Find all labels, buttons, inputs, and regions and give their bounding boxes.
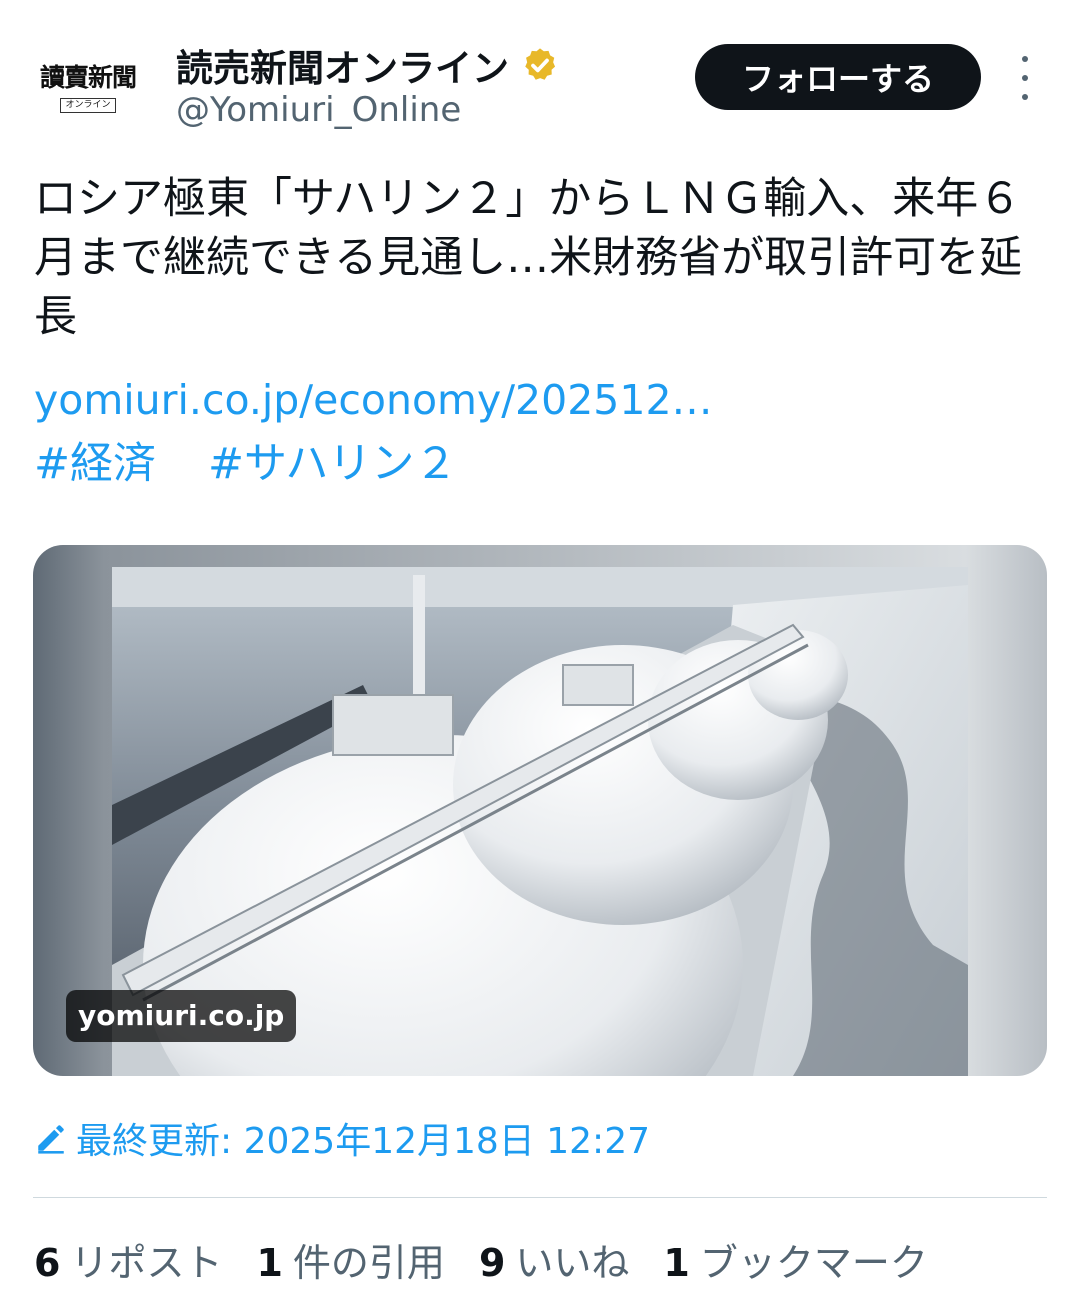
tweet-media-image[interactable]: yomiuri.co.jp xyxy=(33,545,1047,1076)
engagement-stats: 6 リポスト 1 件の引用 9 いいね 1 ブックマーク xyxy=(34,1232,962,1287)
stat-bookmarks[interactable]: 1 ブックマーク xyxy=(663,1232,927,1287)
article-link[interactable]: yomiuri.co.jp/economy/202512… xyxy=(34,372,713,428)
stat-count: 6 xyxy=(34,1241,61,1285)
tweet-header: 讀賣新聞 オンライン 読売新聞オンライン @Yomiuri_Online フォロ… xyxy=(0,0,1080,150)
follow-button[interactable]: フォローする xyxy=(695,44,981,110)
pencil-icon xyxy=(38,1125,64,1154)
stat-count: 1 xyxy=(256,1241,283,1285)
account-avatar[interactable]: 讀賣新聞 オンライン xyxy=(32,46,144,124)
tweet-text: ロシア極東「サハリン２」からＬＮＧ輸入、来年６月まで継続できる見通し…米財務省が… xyxy=(34,174,1023,342)
hashtag-list: #経済 #サハリン２ xyxy=(34,434,457,494)
avatar-logo-text: 讀賣新聞 xyxy=(39,62,137,92)
stat-count: 9 xyxy=(478,1241,506,1285)
stat-label: 件の引用 xyxy=(292,1241,445,1285)
stat-label: いいね xyxy=(515,1241,630,1285)
hashtag-link[interactable]: #経済 xyxy=(34,439,156,489)
last-edited[interactable]: 最終更新: 2025年12月18日 12:27 xyxy=(34,1112,650,1164)
last-edited-label: 最終更新: 2025年12月18日 12:27 xyxy=(76,1121,650,1162)
hashtag-link[interactable]: #サハリン２ xyxy=(208,439,457,489)
stat-likes[interactable]: 9 いいね xyxy=(479,1232,629,1287)
verified-badge-icon xyxy=(525,48,556,80)
avatar-logo-subtext: オンライン xyxy=(60,97,116,113)
stat-label: リポスト xyxy=(70,1241,223,1285)
stat-reposts[interactable]: 6 リポスト xyxy=(34,1232,222,1287)
divider xyxy=(33,1197,1047,1198)
more-options-icon[interactable] xyxy=(1010,56,1040,100)
dot xyxy=(1022,94,1028,100)
stat-label: ブックマーク xyxy=(699,1241,928,1285)
account-handle[interactable]: @Yomiuri_Online xyxy=(176,90,461,130)
name-row: 読売新聞オンライン xyxy=(176,38,559,92)
media-domain-badge: yomiuri.co.jp xyxy=(66,990,297,1042)
display-name[interactable]: 読売新聞オンライン xyxy=(176,38,509,92)
stat-count: 1 xyxy=(663,1241,690,1285)
stat-quotes[interactable]: 1 件の引用 xyxy=(256,1232,444,1287)
dot xyxy=(1022,56,1028,62)
dot xyxy=(1022,75,1028,81)
